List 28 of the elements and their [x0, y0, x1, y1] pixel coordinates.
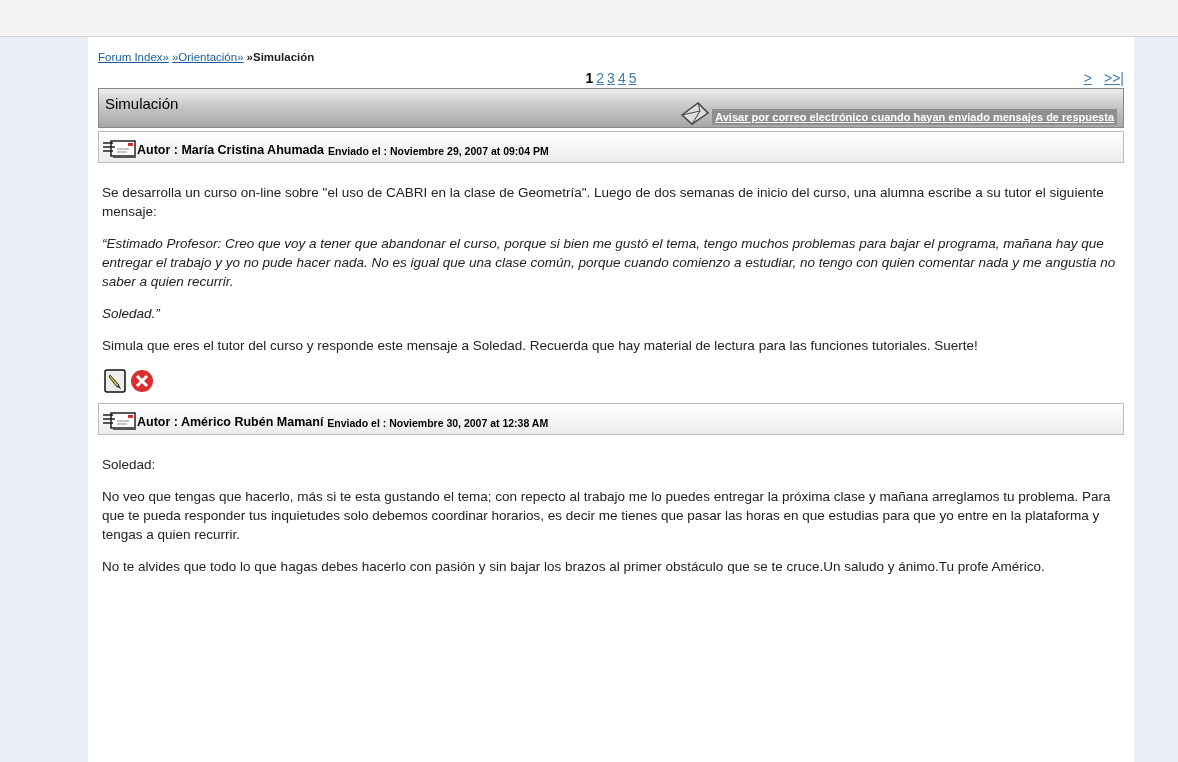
- post-author: Autor : María Cristina Ahumada: [137, 141, 325, 159]
- post-paragraph: “Estimado Profesor: Creo que voy a tener que abandonar el curso, porque si bien me gustó el tema, tengo muchos problemas para bajar el programa, mañana hay que entregar el trabajo y yo no pude hacer nada. No es igual que una clase común, porque cuando comienzo a estudiar, no tengo con quien comentar nada y me angustia no saber a quien recurrir.: [102, 235, 1117, 292]
- breadcrumb-link[interactable]: Forum Index»: [98, 49, 169, 67]
- last-page-link[interactable]: >>|: [1104, 67, 1124, 89]
- notify-link[interactable]: Avisar por correo electrónico cuando hayan enviado mensajes de respuesta: [712, 108, 1117, 126]
- post-paragraph: No te alvides que todo lo que hagas debes hacerlo con pasión y sin bajar los brazos al primer obstáculo que se te cruce.Un saludo y ánimo.Tu profe Américo.: [102, 558, 1046, 577]
- letter-icon: [103, 411, 137, 432]
- post-author: Autor : Américo Rubén Mamaní: [137, 413, 324, 431]
- next-page-link[interactable]: >: [1083, 67, 1092, 89]
- delete-icon[interactable]: [130, 369, 154, 394]
- edit-icon[interactable]: [104, 369, 126, 394]
- breadcrumb-current: »Simulación: [246, 50, 315, 65]
- post-paragraph: Simula que eres el tutor del curso y responde este mensaje a Soledad. Recuerda que hay material de lectura para las funciones tutoriales. Suerte!: [102, 337, 979, 356]
- page-link[interactable]: 2: [596, 67, 605, 89]
- post-paragraph: Soledad.”: [102, 305, 161, 324]
- post-date: Enviado el : Noviembre 29, 2007 at 09:04 PM: [328, 143, 549, 159]
- envelope-icon: [680, 101, 711, 126]
- page-link[interactable]: 1: [585, 67, 594, 89]
- page-link[interactable]: 3: [607, 67, 615, 89]
- post-paragraph: Soledad:: [102, 456, 157, 475]
- letter-icon: [103, 139, 137, 160]
- page-link[interactable]: 4: [617, 67, 626, 89]
- topic-title: Simulación: [105, 94, 179, 115]
- breadcrumb-link[interactable]: »Orientación»: [171, 49, 244, 67]
- post-paragraph: No veo que tengas que hacerlo, más si te esta gustando el tema; con repecto al trabajo me lo puedes entregar la próxima clase y mañana arreglamos tu problema. Para que te pueda responder tus inquietudes solo debemos coordinar horarios, es decir me tienes que pasar las horas en que estudias para que yo entre en la plataforma y tengas a quien recurrir.: [102, 488, 1112, 545]
- post-paragraph: Se desarrolla un curso on-line sobre "el uso de CABRI en la clase de Geometría". Luego de dos semanas de inicio del curso, una alumna escribe a su tutor el siguiente mensaje:: [102, 184, 1105, 222]
- post-date: Enviado el : Noviembre 30, 2007 at 12:38 AM: [327, 415, 549, 431]
- page-link[interactable]: 5: [628, 67, 637, 89]
